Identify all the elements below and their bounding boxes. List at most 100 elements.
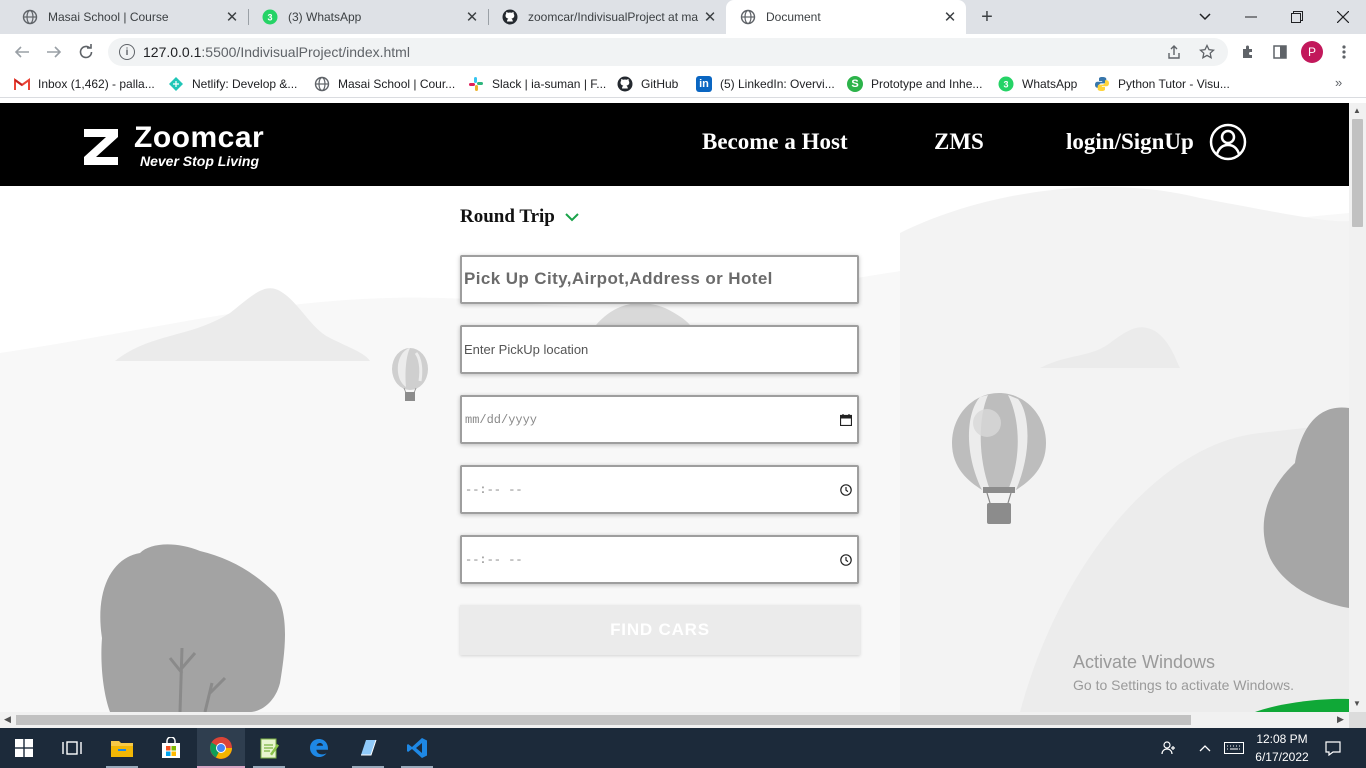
menu-kebab-icon[interactable] bbox=[1334, 42, 1354, 62]
extensions-icon[interactable] bbox=[1238, 42, 1258, 62]
activate-windows-watermark: Activate Windows Go to Settings to activ… bbox=[1073, 652, 1294, 693]
chevron-up-icon[interactable] bbox=[1196, 728, 1214, 768]
page-viewport: Zoomcar Never Stop Living Become a Host … bbox=[0, 103, 1349, 712]
close-icon[interactable]: ✕ bbox=[462, 7, 482, 27]
bookmark-label: Slack | ia-suman | F... bbox=[492, 77, 607, 91]
share-icon[interactable] bbox=[1164, 42, 1184, 62]
close-icon[interactable]: ✕ bbox=[700, 7, 720, 27]
globe-icon bbox=[314, 76, 330, 92]
bookmark-label: Inbox (1,462) - palla... bbox=[38, 77, 155, 91]
profile-avatar[interactable]: P bbox=[1301, 41, 1323, 63]
tab-github[interactable]: zoomcar/IndivisualProject at ma ✕ bbox=[488, 0, 726, 34]
zoomcar-logo[interactable]: Zoomcar Never Stop Living bbox=[80, 123, 264, 169]
horizontal-scrollbar[interactable]: ◀ ▶ bbox=[0, 712, 1349, 728]
dropoff-time-field[interactable]: --:-- -- bbox=[460, 535, 859, 584]
tab-whatsapp[interactable]: 3 (3) WhatsApp ✕ bbox=[248, 0, 488, 34]
tab-title: zoomcar/IndivisualProject at ma bbox=[528, 10, 699, 24]
bookmark-slack[interactable]: Slack | ia-suman | F... bbox=[468, 75, 606, 93]
taskbar-file-explorer[interactable] bbox=[98, 728, 146, 768]
taskbar-edge[interactable] bbox=[295, 728, 343, 768]
pickup-date-field[interactable]: mm/dd/yyyy bbox=[460, 395, 859, 444]
keyboard-icon[interactable] bbox=[1222, 728, 1246, 768]
more-bookmarks-chevron-icon[interactable]: » bbox=[1335, 75, 1342, 90]
logo-tagline: Never Stop Living bbox=[140, 153, 260, 169]
pickup-city-input[interactable] bbox=[462, 257, 857, 302]
restore-button[interactable] bbox=[1274, 0, 1320, 34]
zoomcar-z-icon bbox=[84, 129, 118, 165]
vertical-scrollbar[interactable]: ▲ ▼ bbox=[1349, 103, 1366, 712]
calendar-icon[interactable] bbox=[839, 413, 853, 427]
close-icon[interactable]: ✕ bbox=[222, 7, 242, 27]
become-a-host-link[interactable]: Become a Host bbox=[702, 129, 848, 155]
scroll-up-arrow-icon[interactable]: ▲ bbox=[1353, 106, 1361, 115]
bookmark-label: GitHub bbox=[641, 77, 679, 91]
url-host: 127.0.0.1 bbox=[143, 44, 202, 60]
clock-icon[interactable] bbox=[839, 553, 853, 567]
bookmark-linkedin[interactable]: in (5) LinkedIn: Overvi... bbox=[696, 75, 835, 93]
tab-search-chevron-icon[interactable] bbox=[1182, 0, 1228, 34]
trip-type-select[interactable]: Round Trip bbox=[460, 206, 579, 228]
scroll-right-arrow-icon[interactable]: ▶ bbox=[1337, 714, 1344, 725]
people-icon[interactable] bbox=[1158, 728, 1180, 768]
close-icon[interactable]: ✕ bbox=[940, 7, 960, 27]
tab-document[interactable]: Document ✕ bbox=[726, 0, 966, 34]
address-bar[interactable]: i 127.0.0.1:5500/IndivisualProject/index… bbox=[108, 38, 1228, 66]
bookmark-python-tutor[interactable]: Python Tutor - Visu... bbox=[1094, 75, 1230, 93]
taskbar-app[interactable] bbox=[344, 728, 392, 768]
find-cars-button[interactable]: FIND CARS bbox=[460, 605, 860, 655]
scroll-left-arrow-icon[interactable]: ◀ bbox=[4, 714, 11, 725]
bookmark-star-icon[interactable] bbox=[1197, 42, 1217, 62]
taskbar-vscode[interactable] bbox=[393, 728, 441, 768]
time-placeholder: --:-- -- bbox=[465, 552, 523, 567]
bookmark-label: Masai School | Cour... bbox=[338, 77, 456, 91]
taskbar-notepad-plus[interactable] bbox=[245, 728, 293, 768]
bookmark-github[interactable]: GitHub bbox=[617, 75, 678, 93]
bookmark-label: Prototype and Inhe... bbox=[871, 77, 983, 91]
scrollbar-corner bbox=[1349, 712, 1366, 728]
pickup-city-field[interactable] bbox=[460, 255, 859, 304]
taskbar-chrome[interactable] bbox=[197, 728, 245, 768]
python-icon bbox=[1094, 76, 1110, 92]
browser-tab-strip: Masai School | Course ✕ 3 (3) WhatsApp ✕… bbox=[0, 0, 1366, 34]
logo-brand: Zoomcar bbox=[134, 121, 265, 154]
pickup-time-field[interactable]: --:-- -- bbox=[460, 465, 859, 514]
linkedin-icon: in bbox=[696, 76, 712, 92]
task-view-button[interactable] bbox=[48, 728, 96, 768]
clock-icon[interactable] bbox=[839, 483, 853, 497]
user-account-icon[interactable] bbox=[1209, 123, 1247, 161]
close-window-button[interactable] bbox=[1320, 0, 1366, 34]
new-tab-button[interactable]: + bbox=[976, 6, 998, 28]
notepad-icon bbox=[260, 738, 279, 759]
system-clock[interactable]: 12:08 PM 6/17/2022 bbox=[1250, 730, 1314, 766]
horizontal-scroll-thumb[interactable] bbox=[16, 715, 1191, 725]
zms-link[interactable]: ZMS bbox=[934, 129, 984, 155]
login-signup-link[interactable]: login/SignUp bbox=[1066, 129, 1194, 155]
back-button[interactable] bbox=[10, 41, 34, 63]
pickup-location-field[interactable] bbox=[460, 325, 859, 374]
bookmark-gmail[interactable]: Inbox (1,462) - palla... bbox=[14, 75, 155, 93]
site-header: Zoomcar Never Stop Living Become a Host … bbox=[0, 103, 1349, 186]
scroll-down-arrow-icon[interactable]: ▼ bbox=[1353, 699, 1361, 708]
minimize-button[interactable] bbox=[1228, 0, 1274, 34]
site-info-icon[interactable]: i bbox=[119, 44, 135, 60]
url-text: 127.0.0.1:5500/IndivisualProject/index.h… bbox=[143, 44, 410, 60]
clock-time: 12:08 PM bbox=[1256, 732, 1308, 746]
whatsapp-badge: 3 bbox=[1003, 80, 1008, 90]
notification-icon[interactable] bbox=[1322, 728, 1344, 768]
forward-button[interactable] bbox=[42, 41, 66, 63]
whatsapp-badge: 3 bbox=[267, 13, 272, 23]
bookmark-netlify[interactable]: Netlify: Develop &... bbox=[168, 75, 297, 93]
pickup-location-input[interactable] bbox=[462, 327, 857, 372]
bookmark-masai[interactable]: Masai School | Cour... bbox=[314, 75, 455, 93]
chrome-icon bbox=[210, 736, 232, 759]
taskbar-store[interactable] bbox=[147, 728, 195, 768]
bookmark-prototype[interactable]: S Prototype and Inhe... bbox=[847, 75, 982, 93]
watermark-title: Activate Windows bbox=[1073, 652, 1216, 672]
vertical-scroll-thumb[interactable] bbox=[1352, 119, 1363, 227]
side-panel-icon[interactable] bbox=[1270, 42, 1290, 62]
tab-masai-school[interactable]: Masai School | Course ✕ bbox=[8, 0, 248, 34]
reload-button[interactable] bbox=[74, 41, 98, 63]
windows-start-button[interactable] bbox=[0, 728, 48, 768]
bookmark-whatsapp[interactable]: 3 WhatsApp bbox=[998, 75, 1077, 93]
browser-toolbar: i 127.0.0.1:5500/IndivisualProject/index… bbox=[0, 34, 1366, 70]
